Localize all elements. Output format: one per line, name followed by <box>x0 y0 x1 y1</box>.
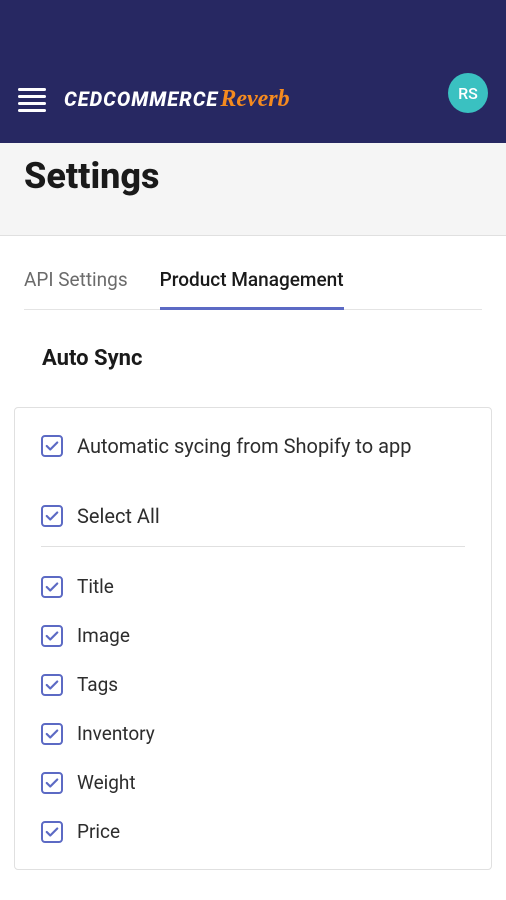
tab-product-management[interactable]: Product Management <box>160 268 344 310</box>
tabs-section: API Settings Product Management <box>0 236 506 310</box>
checkbox-row-price: Price <box>41 820 465 843</box>
checkbox-weight[interactable] <box>41 772 63 794</box>
tabs: API Settings Product Management <box>24 236 482 310</box>
checkbox-row-select-all: Select All <box>41 504 465 528</box>
checkbox-automatic-sync[interactable] <box>41 435 63 457</box>
divider <box>41 546 465 547</box>
checkbox-list: Title Image Tags <box>41 575 465 843</box>
checkbox-label-tags: Tags <box>77 673 118 696</box>
check-icon <box>45 439 59 453</box>
check-icon <box>45 727 59 741</box>
checkbox-row-inventory: Inventory <box>41 722 465 745</box>
tab-api-settings[interactable]: API Settings <box>24 268 128 309</box>
autosync-card: Automatic sycing from Shopify to app Sel… <box>14 407 492 870</box>
checkbox-row-image: Image <box>41 624 465 647</box>
checkbox-row-weight: Weight <box>41 771 465 794</box>
checkbox-price[interactable] <box>41 821 63 843</box>
checkbox-image[interactable] <box>41 625 63 647</box>
logo: CEDCOMMERCE Reverb <box>64 86 290 113</box>
header-left: CEDCOMMERCE Reverb <box>18 86 290 113</box>
menu-icon[interactable] <box>18 88 46 112</box>
checkbox-inventory[interactable] <box>41 723 63 745</box>
content: Auto Sync Automatic sycing from Shopify … <box>0 310 506 870</box>
checkbox-row-automatic-sync: Automatic sycing from Shopify to app <box>41 434 465 458</box>
checkbox-label-weight: Weight <box>77 771 136 794</box>
check-icon <box>45 776 59 790</box>
checkbox-select-all[interactable] <box>41 505 63 527</box>
checkbox-label-select-all: Select All <box>77 504 160 528</box>
checkbox-title[interactable] <box>41 576 63 598</box>
check-icon <box>45 678 59 692</box>
app-header: CEDCOMMERCE Reverb RS <box>0 0 506 143</box>
checkbox-label-automatic-sync: Automatic sycing from Shopify to app <box>77 434 411 458</box>
checkbox-label-title: Title <box>77 575 114 598</box>
title-section: Settings <box>0 143 506 236</box>
logo-reverb: Reverb <box>220 86 289 113</box>
logo-ced: CEDCOMMERCE <box>64 87 218 111</box>
checkbox-row-tags: Tags <box>41 673 465 696</box>
checkbox-label-image: Image <box>77 624 130 647</box>
avatar[interactable]: RS <box>448 73 488 113</box>
checkbox-label-inventory: Inventory <box>77 722 155 745</box>
check-icon <box>45 580 59 594</box>
check-icon <box>45 825 59 839</box>
checkbox-tags[interactable] <box>41 674 63 696</box>
check-icon <box>45 629 59 643</box>
checkbox-row-title: Title <box>41 575 465 598</box>
checkbox-label-price: Price <box>77 820 120 843</box>
avatar-initials: RS <box>458 84 478 103</box>
page-title: Settings <box>24 155 482 197</box>
check-icon <box>45 509 59 523</box>
section-title-autosync: Auto Sync <box>42 346 494 371</box>
